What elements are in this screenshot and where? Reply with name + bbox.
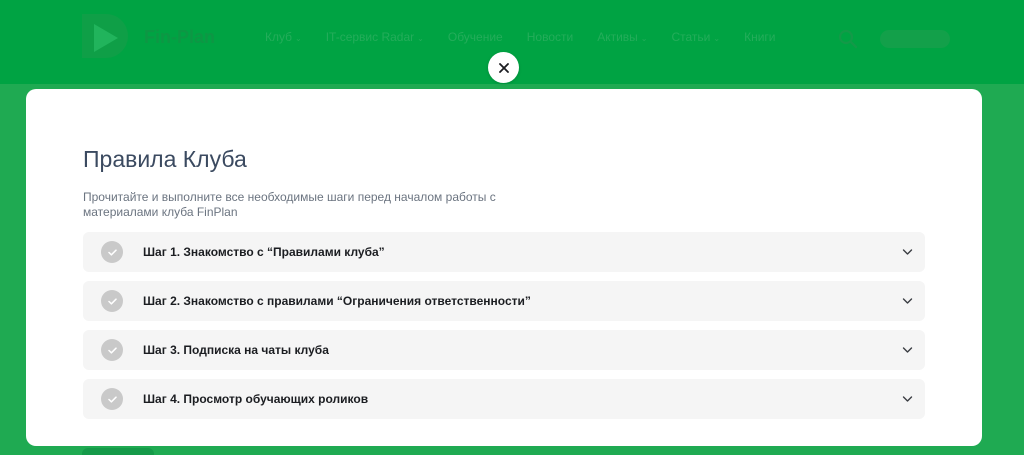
- background-button: [82, 448, 154, 455]
- chevron-down-icon: ⌄: [295, 34, 302, 43]
- chevron-down-icon: [902, 347, 913, 353]
- nav-item-label: Клуб: [265, 30, 292, 44]
- chevron-down-icon: ⌄: [713, 34, 721, 43]
- check-circle-icon: [101, 388, 123, 410]
- nav-item-books[interactable]: Книги: [744, 30, 775, 44]
- nav-item-label: Новости: [526, 30, 574, 44]
- nav-item-label: Книги: [744, 30, 776, 44]
- chevron-down-icon: ⌄: [417, 34, 424, 43]
- chevron-down-icon: [902, 298, 913, 304]
- step-label: Шаг 2. Знакомство с правилами “Ограничен…: [143, 294, 531, 308]
- step-1[interactable]: Шаг 1. Знакомство с “Правилами клуба”: [83, 232, 925, 272]
- chevron-down-icon: ⌄: [640, 34, 648, 43]
- nav-item-club[interactable]: Клуб ⌄: [265, 30, 302, 44]
- nav-item-label: IT-сервис Radar: [325, 30, 415, 44]
- check-circle-icon: [101, 290, 123, 312]
- login-button[interactable]: [880, 30, 950, 48]
- step-3[interactable]: Шаг 3. Подписка на чаты клуба: [83, 330, 925, 370]
- nav-item-label: Статьи: [671, 30, 711, 44]
- nav-item-education[interactable]: Обучение: [448, 30, 503, 44]
- chevron-down-icon: [902, 396, 913, 402]
- club-rules-modal: Правила Клуба Прочитайте и выполните все…: [26, 89, 982, 446]
- nav-item-articles[interactable]: Статьи ⌄: [671, 30, 720, 44]
- step-4[interactable]: Шаг 4. Просмотр обучающих роликов: [83, 379, 925, 419]
- nav-item-news[interactable]: Новости: [527, 30, 573, 44]
- search-icon[interactable]: [838, 29, 858, 49]
- main-nav: Клуб ⌄ IT-сервис Radar ⌄ Обучение Новости …: [265, 30, 799, 44]
- steps-accordion: Шаг 1. Знакомство с “Правилами клуба” Ша…: [83, 232, 925, 428]
- nav-item-label: Обучение: [447, 30, 503, 44]
- step-label: Шаг 3. Подписка на чаты клуба: [143, 343, 329, 357]
- close-icon: [498, 62, 509, 73]
- step-2[interactable]: Шаг 2. Знакомство с правилами “Ограничен…: [83, 281, 925, 321]
- logo-icon[interactable]: [80, 14, 132, 62]
- nav-item-label: Активы: [597, 30, 638, 44]
- modal-subtitle: Прочитайте и выполните все необходимые ш…: [83, 190, 496, 219]
- nav-item-assets[interactable]: Активы ⌄: [597, 30, 647, 44]
- check-circle-icon: [101, 339, 123, 361]
- modal-title: Правила Клуба: [83, 146, 247, 172]
- nav-item-radar[interactable]: IT-сервис Radar ⌄: [326, 30, 424, 44]
- step-label: Шаг 4. Просмотр обучающих роликов: [143, 392, 369, 406]
- chevron-down-icon: [902, 249, 913, 255]
- step-label: Шаг 1. Знакомство с “Правилами клуба”: [143, 245, 385, 259]
- check-circle-icon: [101, 241, 123, 263]
- close-button[interactable]: [488, 52, 519, 83]
- logo-text[interactable]: Fin-Plan: [144, 27, 215, 48]
